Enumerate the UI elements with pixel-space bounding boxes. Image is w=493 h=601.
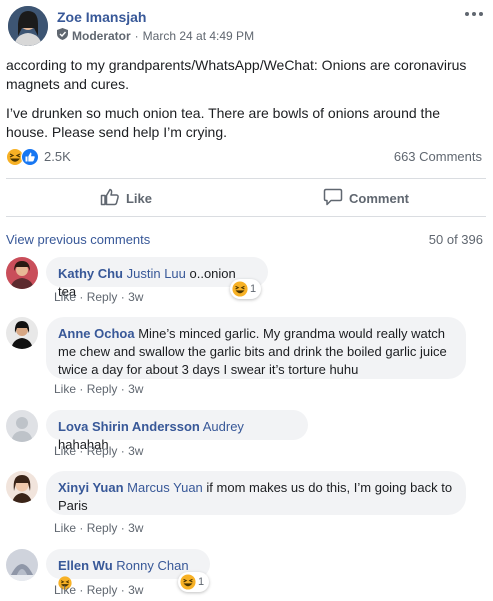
comment-button[interactable]: Comment [246, 180, 486, 216]
comment-like-link[interactable]: Like [54, 521, 76, 535]
comment-item: Lova Shirin Andersson Audrey hahahah Lik… [6, 410, 486, 460]
divider [6, 178, 486, 179]
comment-bubble: Lova Shirin Andersson Audrey hahahah [46, 410, 308, 452]
comment-item: Anne Ochoa Mine’s minced garlic. My gran… [6, 317, 486, 397]
comment-actions: Like · Reply · 3w [54, 290, 144, 304]
comment-bubble: Xinyi Yuan Marcus Yuan if mom makes us d… [46, 471, 466, 515]
action-separator: · [120, 290, 125, 304]
reactions-summary: 2.5K 663 Comments [6, 147, 482, 167]
comment-bubble: Anne Ochoa Mine’s minced garlic. My gran… [46, 317, 466, 379]
like-label: Like [125, 190, 152, 206]
role-badge: Moderator [72, 28, 131, 43]
moderator-shield-icon [57, 28, 68, 43]
comment-reaction-badge[interactable]: 1 [230, 279, 262, 299]
mention-link[interactable]: Ronny Chan [116, 558, 188, 573]
haha-reaction-icon [180, 574, 196, 590]
comment-time[interactable]: 3w [128, 521, 143, 535]
comment-time[interactable]: 3w [128, 382, 143, 396]
avatar[interactable] [6, 549, 38, 581]
comment-actions: Like · Reply · 3w [54, 382, 144, 396]
post-meta: Moderator · March 24 at 4:49 PM [57, 28, 254, 43]
reaction-badge-count: 1 [198, 576, 205, 588]
comment-actions: Like · Reply · 3w [54, 521, 144, 535]
avatar[interactable] [6, 317, 38, 349]
action-separator: · [120, 444, 125, 458]
comment-item: Ellen Wu Ronny Chan 1 Like · Reply · 3w [6, 549, 486, 599]
comment-time[interactable]: 3w [128, 290, 143, 304]
commenter-name[interactable]: Ellen Wu [58, 558, 113, 573]
comment-actions: Like · Reply · 3w [54, 583, 144, 597]
reaction-count[interactable]: 2.5K [44, 149, 71, 164]
comment-reply-link[interactable]: Reply [87, 521, 118, 535]
post-paragraph: I’ve drunken so much onion tea. There ar… [6, 105, 441, 140]
post-body: according to my grandparents/WhatsApp/We… [6, 56, 484, 152]
commenter-name[interactable]: Anne Ochoa [58, 326, 135, 341]
like-reaction-icon [21, 148, 39, 166]
more-icon[interactable] [463, 6, 485, 22]
meta-separator: · [134, 28, 139, 43]
like-thumb-icon [100, 188, 120, 209]
comments-page-count: 50 of 396 [428, 232, 483, 247]
comment-item: Kathy Chu Justin Luu o..onion tea 1 Like… [6, 257, 486, 307]
mention-link[interactable]: Audrey [203, 419, 244, 434]
comment-reply-link[interactable]: Reply [87, 444, 118, 458]
post-timestamp[interactable]: March 24 at 4:49 PM [143, 29, 254, 43]
commenter-name[interactable]: Lova Shirin Andersson [58, 419, 200, 434]
default-avatar-icon [6, 410, 38, 442]
commenter-name[interactable]: Xinyi Yuan [58, 480, 124, 495]
divider [6, 216, 486, 217]
action-separator: · [120, 583, 125, 597]
mention-link[interactable]: Marcus Yuan [127, 480, 203, 495]
reaction-badge-count: 1 [250, 283, 257, 295]
comment-reply-link[interactable]: Reply [87, 290, 118, 304]
comment-item: Xinyi Yuan Marcus Yuan if mom makes us d… [6, 471, 486, 537]
comment-bubble-icon [323, 188, 343, 209]
comment-reply-link[interactable]: Reply [87, 382, 118, 396]
like-button[interactable]: Like [6, 180, 246, 216]
comment-time[interactable]: 3w [128, 444, 143, 458]
comment-reaction-badge[interactable]: 1 [178, 572, 210, 592]
avatar[interactable] [6, 410, 38, 442]
comment-like-link[interactable]: Like [54, 382, 76, 396]
mention-link[interactable]: Justin Luu [127, 266, 186, 281]
view-previous-comments-link[interactable]: View previous comments [6, 232, 150, 247]
haha-reaction-icon [232, 281, 248, 297]
post-paragraph: according to my grandparents/WhatsApp/We… [6, 57, 467, 92]
avatar[interactable] [6, 257, 38, 289]
reaction-icons[interactable] [6, 148, 42, 166]
comment-label: Comment [349, 190, 409, 206]
comment-actions: Like · Reply · 3w [54, 444, 144, 458]
commenter-name[interactable]: Kathy Chu [58, 266, 123, 281]
comment-like-link[interactable]: Like [54, 290, 76, 304]
avatar[interactable] [6, 471, 38, 503]
post-header: Zoe Imansjah Moderator · March 24 at 4:4… [8, 6, 485, 46]
comment-count[interactable]: 663 Comments [394, 149, 482, 164]
comment-time[interactable]: 3w [128, 583, 143, 597]
comment-like-link[interactable]: Like [54, 583, 76, 597]
author-name[interactable]: Zoe Imansjah [57, 9, 146, 25]
author-avatar[interactable] [8, 6, 48, 46]
action-separator: · [120, 521, 125, 535]
haha-reaction-icon [6, 148, 24, 166]
comment-reply-link[interactable]: Reply [87, 583, 118, 597]
action-bar: Like Comment [6, 180, 486, 216]
comment-like-link[interactable]: Like [54, 444, 76, 458]
action-separator: · [120, 382, 125, 396]
